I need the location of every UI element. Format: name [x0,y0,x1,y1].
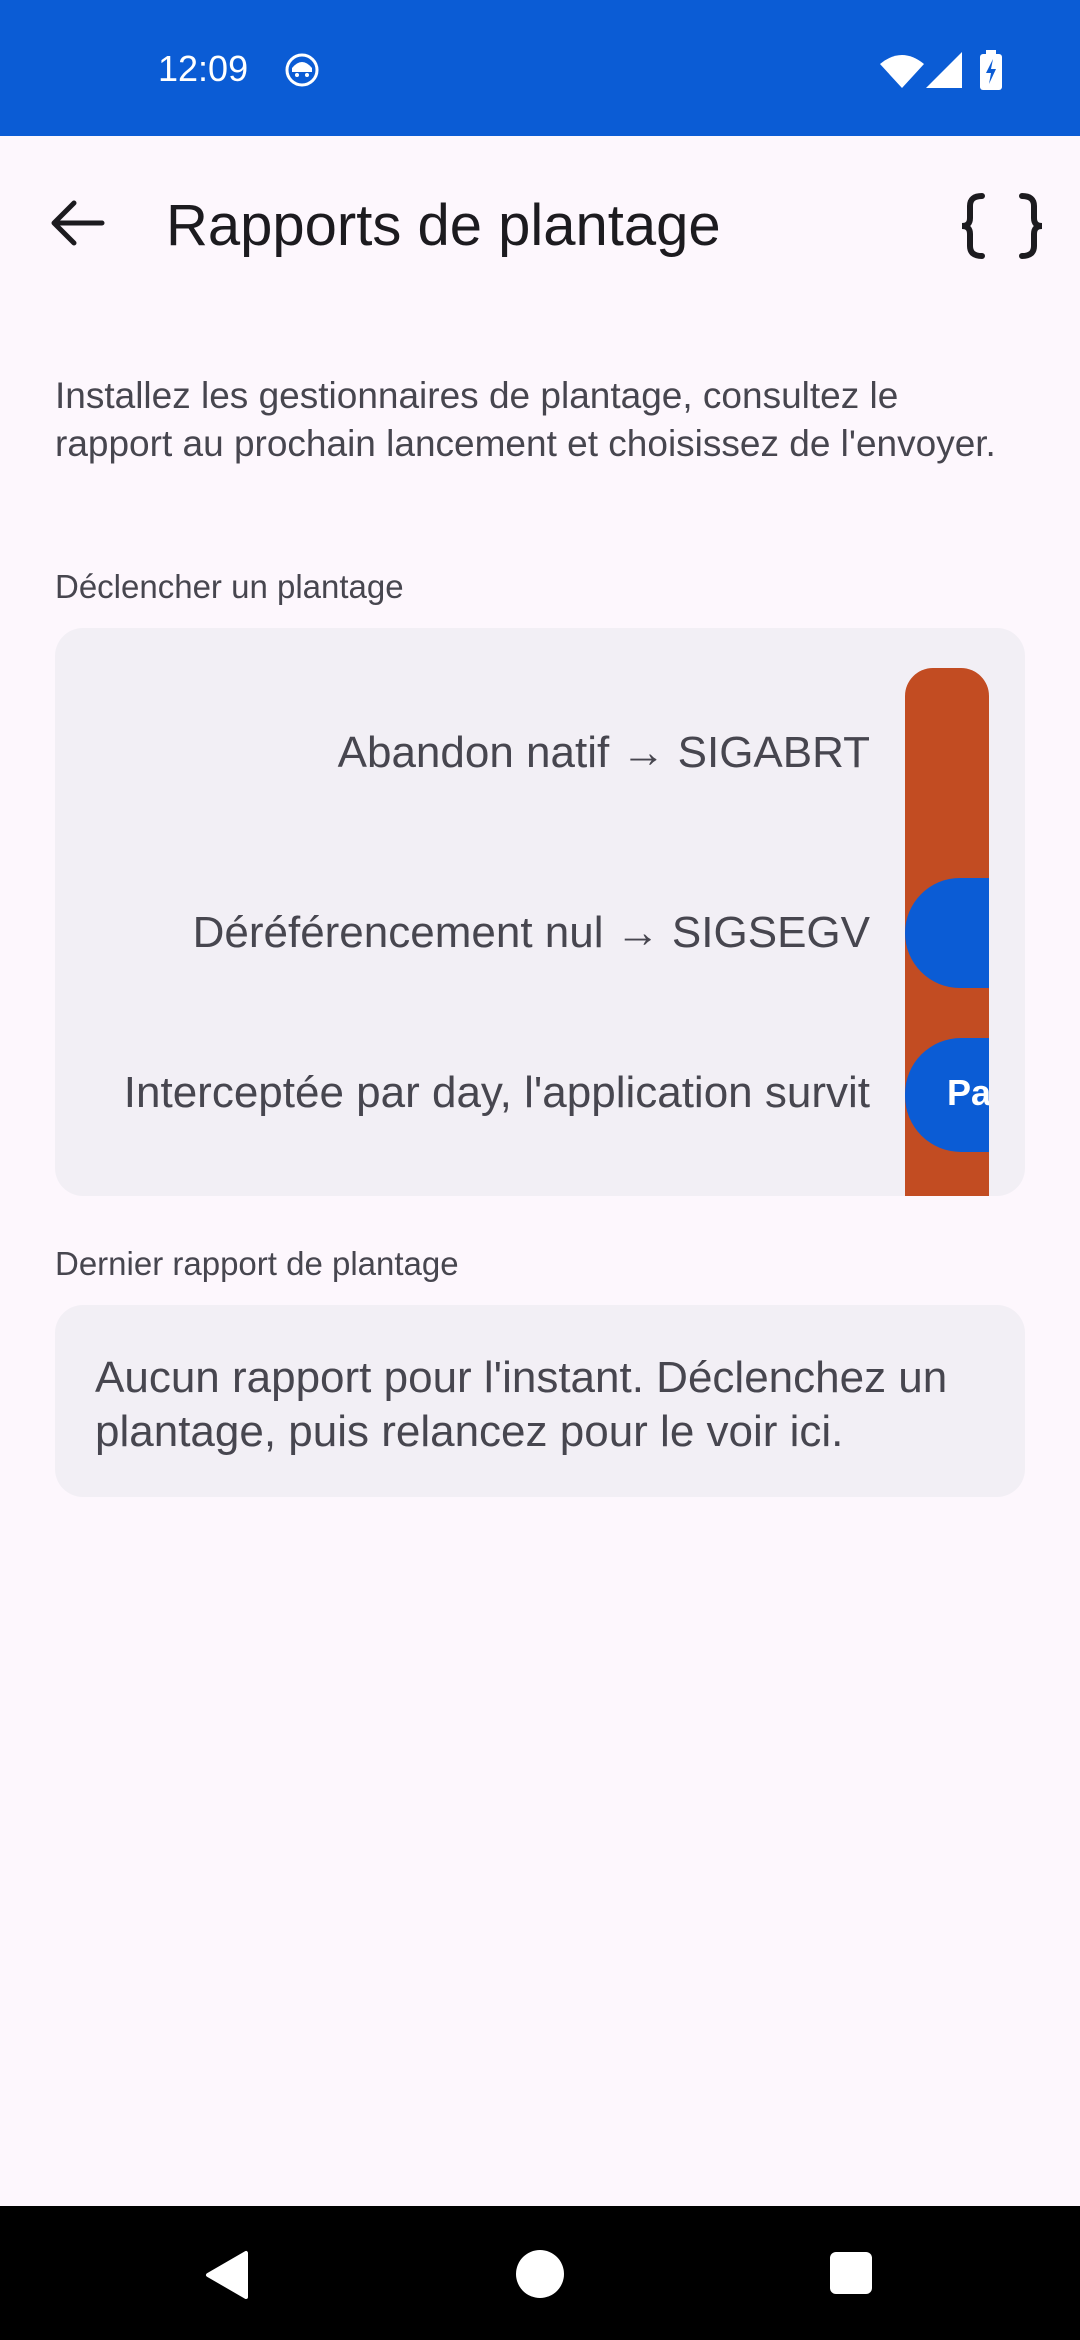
battery-charging-icon [980,50,1002,90]
intro-text: Installez les gestionnaires de plantage,… [55,375,996,464]
nav-home-icon[interactable] [516,2250,564,2298]
wifi-icon [880,55,924,88]
last-report-card: Aucun rapport pour l'instant. Déclenchez… [55,1305,1025,1497]
crash-option-label-sigabrt: Abandon natif → SIGABRT [337,728,870,777]
status-time: 12:09 [158,48,249,89]
navigation-bar [0,2206,1080,2340]
app-notification-icon [285,53,319,87]
top-app-bar: Rapports de plantage [0,136,1080,316]
nav-back-icon[interactable] [204,2250,250,2300]
trigger-section-label: Déclencher un plantage [55,568,404,605]
trigger-crash-card: Abandon natif → SIGABRT Déréférencement … [55,628,1025,1196]
trigger-caught-button-label: Pa [947,1072,989,1113]
signal-icon [926,52,962,88]
page-title: Rapports de plantage [166,193,721,258]
crash-option-label-sigsegv: Déréférencement nul → SIGSEGV [192,908,870,957]
nav-recents-icon[interactable] [830,2252,872,2294]
crash-option-label-caught: Interceptée par day, l'application survi… [123,1068,870,1117]
report-section-label: Dernier rapport de plantage [55,1245,459,1282]
status-bar: 12:09 [0,0,1080,136]
code-braces-icon[interactable] [960,192,1044,260]
arrow-back-icon[interactable] [48,198,108,248]
last-report-text: Aucun rapport pour l'instant. Déclenchez… [95,1353,948,1456]
